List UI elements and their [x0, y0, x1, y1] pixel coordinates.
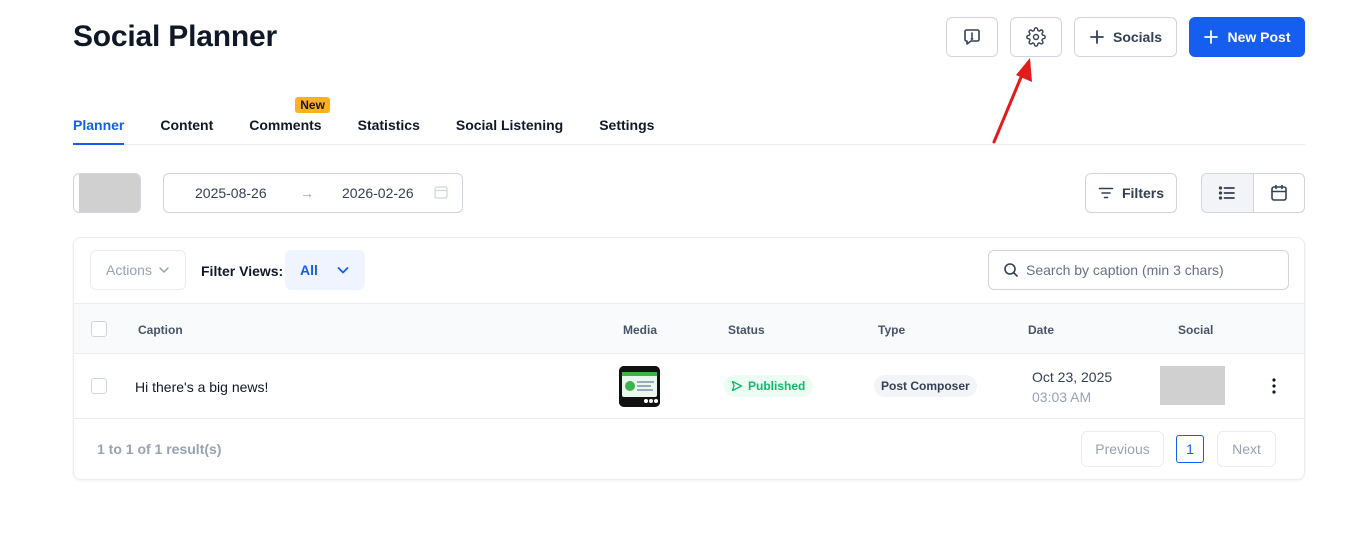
date-start: 2025-08-26 — [195, 185, 267, 201]
column-header[interactable]: Status — [728, 323, 765, 337]
tab-bar: Planner Content Comments New Statistics … — [73, 96, 1305, 145]
select-all-checkbox[interactable] — [91, 321, 107, 337]
tab-statistics[interactable]: Statistics — [358, 96, 420, 145]
status-text: Published — [748, 379, 806, 393]
page-1-button[interactable]: 1 — [1176, 435, 1204, 463]
media-preview-image — [619, 366, 660, 407]
filters-button[interactable]: Filters — [1085, 173, 1177, 213]
post-time: 03:03 AM — [1032, 389, 1092, 405]
filters-label: Filters — [1121, 185, 1164, 201]
post-caption[interactable]: Hi there's a big news! — [135, 379, 268, 395]
column-header[interactable]: Social — [1178, 323, 1213, 337]
calendar-icon — [1270, 184, 1287, 201]
header-actions: Socials New Post — [946, 17, 1305, 57]
filter-views-label: Filter Views: — [201, 263, 284, 279]
table-footer: 1 to 1 of 1 result(s) Previous 1 Next — [74, 419, 1304, 479]
settings-button[interactable] — [1010, 17, 1062, 57]
list-icon — [1219, 186, 1236, 200]
column-header[interactable]: Date — [1028, 323, 1054, 337]
type-badge: Post Composer — [874, 375, 977, 397]
account-selector[interactable] — [73, 173, 141, 213]
previous-page-button[interactable]: Previous — [1081, 431, 1164, 467]
date-end: 2026-02-26 — [342, 185, 414, 201]
posts-table-card: Actions Filter Views: All Search by capt… — [73, 237, 1305, 480]
column-header[interactable]: Media — [623, 323, 657, 337]
tab-planner[interactable]: Planner — [73, 96, 125, 145]
filter-views-value: All — [300, 262, 318, 278]
column-header[interactable]: Type — [878, 323, 905, 337]
chevron-down-icon — [159, 267, 169, 273]
table-header: Caption Media Status Type Date Social — [74, 303, 1304, 354]
new-post-button[interactable]: New Post — [1189, 17, 1305, 57]
calendar-icon — [434, 186, 448, 199]
row-checkbox[interactable] — [91, 378, 107, 394]
search-icon — [1004, 263, 1018, 277]
filter-lines-icon — [1098, 187, 1114, 199]
search-placeholder: Search by caption (min 3 chars) — [1026, 262, 1224, 278]
more-vertical-icon[interactable] — [1264, 376, 1284, 396]
plus-icon — [1090, 30, 1104, 44]
tab-settings[interactable]: Settings — [599, 96, 654, 145]
media-thumbnail[interactable] — [619, 366, 660, 407]
list-view-button[interactable] — [1202, 174, 1254, 212]
page-title: Social Planner — [73, 20, 277, 53]
date-range-picker[interactable]: 2025-08-26 → 2026-02-26 — [163, 173, 463, 213]
social-account-avatar — [1160, 366, 1225, 405]
message-alert-icon — [964, 29, 980, 45]
new-post-label: New Post — [1227, 29, 1291, 45]
view-toggle — [1201, 173, 1305, 213]
next-page-button[interactable]: Next — [1217, 431, 1276, 467]
tab-social-listening[interactable]: Social Listening — [456, 96, 563, 145]
tab-comments[interactable]: Comments New — [249, 96, 330, 145]
post-date: Oct 23, 2025 — [1032, 369, 1113, 385]
socials-label: Socials — [1112, 29, 1163, 45]
actions-label: Actions — [106, 262, 152, 278]
tab-content[interactable]: Content — [160, 96, 213, 145]
send-icon — [731, 380, 743, 392]
gear-icon — [1026, 27, 1046, 47]
chevron-down-icon — [337, 267, 349, 274]
column-header[interactable]: Caption — [138, 323, 183, 337]
search-input[interactable]: Search by caption (min 3 chars) — [988, 250, 1289, 290]
account-avatar — [79, 174, 140, 212]
arrow-right-icon: → — [300, 185, 314, 201]
table-row[interactable]: Hi there's a big news! Published Post Co… — [74, 354, 1304, 419]
result-count: 1 to 1 of 1 result(s) — [97, 441, 222, 457]
calendar-view-button[interactable] — [1254, 174, 1305, 212]
filter-views-select[interactable]: All — [285, 250, 365, 290]
status-badge: Published — [724, 375, 814, 397]
add-socials-button[interactable]: Socials — [1074, 17, 1177, 57]
plus-icon — [1204, 30, 1219, 44]
feedback-button[interactable] — [946, 17, 998, 57]
bulk-actions-button[interactable]: Actions — [90, 250, 186, 290]
new-badge: New — [295, 97, 330, 113]
